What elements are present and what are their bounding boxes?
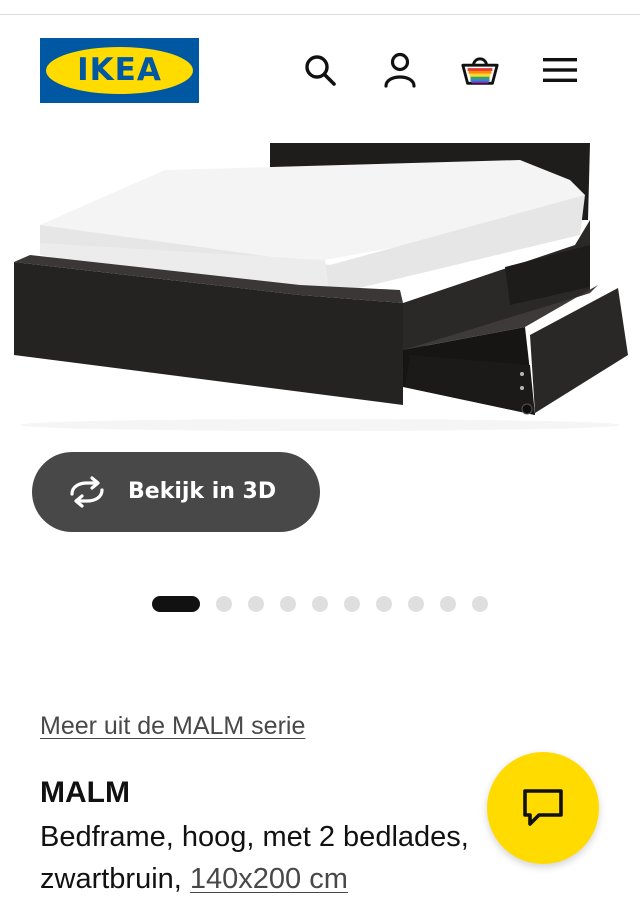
account-icon[interactable] bbox=[380, 50, 420, 90]
carousel-dot[interactable] bbox=[408, 596, 424, 612]
carousel-dot[interactable] bbox=[376, 596, 392, 612]
carousel-dot[interactable] bbox=[280, 596, 296, 612]
view-3d-button[interactable]: Bekijk in 3D bbox=[32, 452, 320, 532]
carousel-dot[interactable] bbox=[440, 596, 456, 612]
rotate-3d-icon bbox=[70, 476, 104, 508]
carousel-dot[interactable] bbox=[312, 596, 328, 612]
carousel-dot[interactable] bbox=[248, 596, 264, 612]
ikea-logo[interactable]: IKEA bbox=[40, 38, 199, 103]
chat-button[interactable] bbox=[487, 752, 599, 864]
carousel-dot[interactable] bbox=[472, 596, 488, 612]
logo-text: IKEA bbox=[77, 52, 162, 88]
carousel-dot[interactable] bbox=[152, 596, 200, 612]
chat-icon bbox=[523, 789, 563, 826]
view-3d-label: Bekijk in 3D bbox=[128, 479, 277, 504]
product-size-link[interactable]: 140x200 cm bbox=[190, 863, 348, 895]
series-link[interactable]: Meer uit de MALM serie bbox=[40, 712, 305, 741]
menu-icon[interactable] bbox=[540, 50, 580, 90]
carousel-dot[interactable] bbox=[344, 596, 360, 612]
product-type: Bedframe, hoog, met 2 bedlades, bbox=[40, 821, 469, 853]
product-color: zwartbruin, bbox=[40, 863, 182, 895]
product-image[interactable] bbox=[0, 125, 640, 475]
cart-icon[interactable] bbox=[460, 50, 500, 90]
site-header: IKEA bbox=[0, 15, 640, 125]
search-icon[interactable] bbox=[300, 50, 340, 90]
carousel-dot[interactable] bbox=[216, 596, 232, 612]
product-name: MALM bbox=[40, 776, 130, 809]
